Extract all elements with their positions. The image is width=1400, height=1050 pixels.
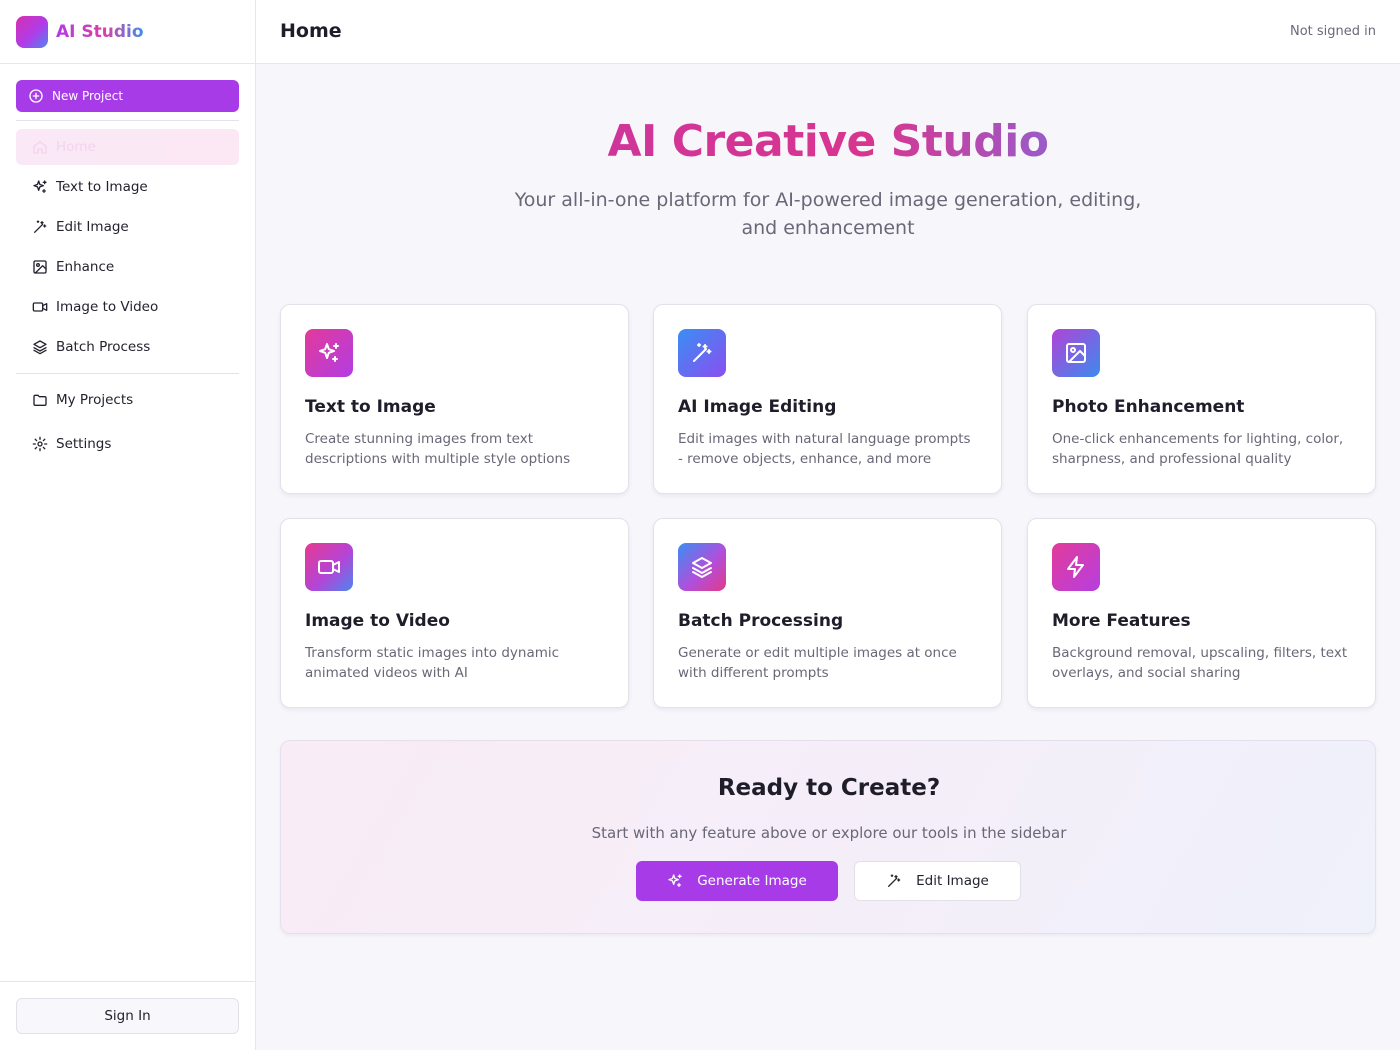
cta-subtitle: Start with any feature above or explore … [591,824,1067,842]
card-description: One-click enhancements for lighting, col… [1052,431,1344,467]
sparkles-icon [319,343,339,362]
new-project-button[interactable]: New Project [16,80,239,112]
card-description: Create stunning images from text descrip… [305,431,571,467]
gear-icon [32,436,48,452]
sidebar-item-enhance[interactable]: Enhance [16,249,239,285]
sidebar-item-label: Image to Video [56,299,159,315]
card-description: Edit images with natural language prompt… [678,431,971,467]
cta-panel: Ready to Create? Start with any feature … [280,740,1376,934]
feature-card-more-features[interactable]: More Features Background removal, upscal… [1027,518,1376,708]
card-icon-badge [1052,329,1100,377]
card-description: Generate or edit multiple images at once… [678,645,957,681]
edit-image-label: Edit Image [916,873,989,889]
sidebar-item-label: My Projects [56,392,134,408]
card-title: Photo Enhancement [1052,397,1245,417]
sidebar-footer: Sign In [0,981,255,1050]
card-title: Batch Processing [678,611,844,631]
layers-icon [33,340,47,355]
card-title: Text to Image [305,397,436,417]
brand[interactable]: AI Studio [0,0,255,64]
feature-card-batch-processing[interactable]: Batch Processing Generate or edit multip… [653,518,1002,708]
sidebar-item-label: Text to Image [56,179,148,195]
auth-status: Not signed in [1289,24,1376,39]
layers-icon [692,557,712,578]
wand-icon [693,343,712,362]
card-icon-badge [678,543,726,591]
sidebar-item-label: Edit Image [56,219,129,235]
wand-icon [888,874,901,887]
feature-card-photo-enhancement[interactable]: Photo Enhancement One-click enhancements… [1027,304,1376,494]
edit-image-button[interactable]: Edit Image [854,861,1021,901]
page-title: Home [280,20,342,42]
card-description: Background removal, upscaling, filters, … [1052,645,1348,681]
cta-title: Ready to Create? [717,775,941,801]
wand-icon [34,220,47,233]
card-description: Transform static images into dynamic ani… [305,645,560,681]
generate-image-label: Generate Image [697,873,807,889]
hero-title: AI Creative Studio [256,116,1400,167]
sidebar-item-my-projects[interactable]: My Projects [16,382,239,418]
sign-in-button[interactable]: Sign In [16,998,239,1034]
hero-title-text: AI Creative Studio [607,116,1049,167]
plus-circle-icon [29,89,43,103]
generate-image-button[interactable]: Generate Image [636,861,838,901]
card-icon-badge [1052,543,1100,591]
card-icon-badge [678,329,726,377]
sidebar-item-label: Batch Process [56,339,151,355]
card-title: More Features [1052,611,1191,631]
sidebar-item-image-to-video[interactable]: Image to Video [16,289,239,325]
sidebar-item-label: Home [56,139,96,155]
card-icon-badge [305,329,353,377]
sparkles-icon [668,874,682,887]
new-project-label: New Project [52,89,124,103]
image-icon [1066,343,1086,363]
card-title: AI Image Editing [678,397,837,417]
feature-card-image-to-video[interactable]: Image to Video Transform static images i… [280,518,629,708]
sidebar-item-batch-process[interactable]: Batch Process [16,329,239,365]
sidebar-item-label: Enhance [56,259,115,275]
brand-logo [16,15,48,48]
folder-icon [33,394,47,406]
bolt-icon [1067,556,1084,578]
home-icon [33,141,47,154]
app-name: AI Studio [56,21,144,42]
sidebar-item-settings[interactable]: Settings [16,426,239,462]
sidebar-divider [16,120,239,121]
top-bar: Home Not signed in [256,0,1400,64]
hero-subtitle: Your all-in-one platform for AI-powered … [514,189,1142,239]
sidebar-item-text-to-image[interactable]: Text to Image [16,169,239,205]
card-title: Image to Video [305,611,450,631]
feature-card-ai-image-editing[interactable]: AI Image Editing Edit images with natura… [653,304,1002,494]
video-icon [32,302,48,312]
image-icon [33,260,47,274]
sidebar-item-label: Settings [56,436,112,452]
sidebar-item-home[interactable]: Home [16,129,239,165]
sidebar-divider [16,373,239,374]
card-icon-badge [305,543,353,591]
sparkles-icon [33,180,47,193]
sidebar-item-edit-image[interactable]: Edit Image [16,209,239,245]
sidebar: AI Studio New Project Home Text to Image… [0,0,256,1050]
feature-card-text-to-image[interactable]: Text to Image Create stunning images fro… [280,304,629,494]
video-icon [318,560,340,574]
